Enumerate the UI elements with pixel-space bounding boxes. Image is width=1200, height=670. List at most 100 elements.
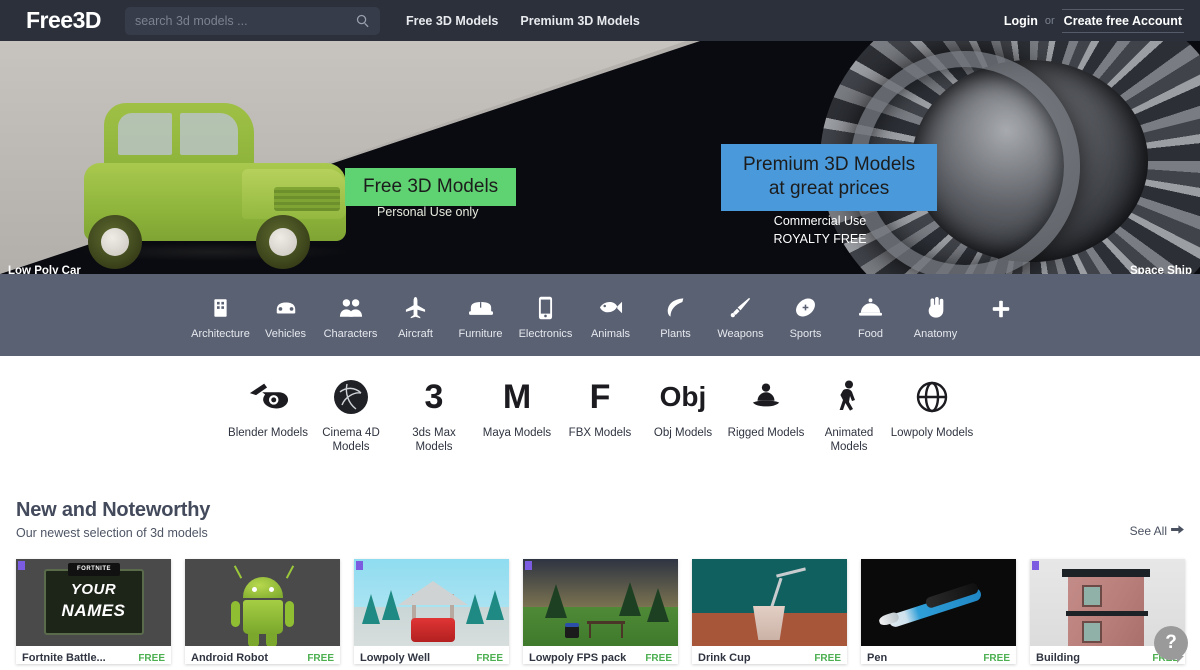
hero-premium-subtitle: Commercial Use ROYALTY FREE (735, 212, 905, 248)
create-account-button[interactable]: Create free Account (1061, 8, 1184, 33)
search-input[interactable] (134, 13, 355, 28)
card-price: FREE (138, 653, 165, 664)
format-animated[interactable]: Animated Models (808, 374, 891, 455)
category-anatomy[interactable]: Anatomy (903, 295, 968, 340)
header-nav: Free 3D Models Premium 3D Models (406, 14, 640, 28)
fortnite-line1-text: YOUR (70, 581, 117, 598)
card-price: FREE (983, 653, 1010, 664)
card-title: Drink Cup (698, 652, 751, 664)
fish-icon (598, 295, 623, 321)
car-icon (274, 295, 298, 321)
hero-premium-badge[interactable]: Premium 3D Models at great prices (721, 144, 938, 211)
category-sports[interactable]: Sports (773, 295, 838, 340)
hero-right-fade (580, 41, 700, 274)
card-price: FREE (476, 653, 503, 664)
model-card[interactable]: Pen FREE (861, 559, 1016, 664)
new-and-noteworthy-section: New and Noteworthy Our newest selection … (0, 483, 1200, 540)
category-label: Anatomy (913, 327, 958, 340)
fbx-logo-icon: F (589, 377, 611, 416)
card-price: FREE (645, 653, 672, 664)
leaf-icon (665, 295, 687, 321)
drink-cup-art (692, 559, 847, 646)
nav-premium-3d-models[interactable]: Premium 3D Models (520, 14, 639, 28)
format-fbx[interactable]: F FBX Models (559, 374, 642, 440)
see-all-label: See All (1129, 524, 1167, 538)
new-flag-badge (1032, 561, 1039, 570)
card-thumbnail[interactable] (523, 559, 678, 646)
category-label: Vehicles (265, 327, 306, 340)
building-icon (210, 295, 231, 321)
category-furniture[interactable]: Furniture (448, 295, 513, 340)
card-price: FREE (814, 653, 841, 664)
category-aircraft[interactable]: Aircraft (383, 295, 448, 340)
format-3dsmax[interactable]: 3 3ds Max Models (393, 374, 476, 455)
category-label: Plants (660, 327, 691, 340)
plus-icon[interactable] (990, 298, 1012, 336)
category-nav-bar: Architecture Vehicles Characters Aircraf… (0, 274, 1200, 356)
card-title: Lowpoly FPS pack (529, 652, 627, 664)
format-label: FBX Models (568, 427, 632, 439)
new-flag-badge (525, 561, 532, 570)
category-label: Sports (789, 327, 822, 340)
category-plants[interactable]: Plants (643, 295, 708, 340)
category-weapons[interactable]: Weapons (708, 295, 773, 340)
3dsmax-logo-icon: 3 (424, 377, 444, 416)
cinema4d-logo-icon (333, 374, 369, 420)
card-thumbnail[interactable] (692, 559, 847, 646)
or-separator: or (1044, 14, 1055, 27)
nav-free-3d-models[interactable]: Free 3D Models (406, 14, 498, 28)
card-title: Building (1036, 652, 1080, 664)
card-title: Fortnite Battle... (22, 652, 106, 664)
card-thumbnail[interactable]: FORTNITE YOUR NAMES (16, 559, 171, 646)
model-card[interactable]: FORTNITE YOUR NAMES Fortnite Battle... F… (16, 559, 171, 664)
section-header: New and Noteworthy Our newest selection … (16, 483, 1184, 540)
category-characters[interactable]: Characters (318, 295, 383, 340)
search-box[interactable] (124, 6, 380, 35)
card-thumbnail[interactable] (354, 559, 509, 646)
category-label: Architecture (191, 327, 250, 340)
category-label: Characters (323, 327, 378, 340)
rigged-icon (750, 374, 782, 420)
category-label: Aircraft (398, 327, 433, 340)
category-food[interactable]: Food (838, 295, 903, 340)
model-card[interactable]: Drink Cup FREE (692, 559, 847, 664)
search-icon[interactable] (355, 13, 370, 28)
card-meta: Android Robot FREE (185, 646, 340, 664)
format-maya[interactable]: M Maya Models (476, 374, 559, 440)
model-card[interactable]: Android Robot FREE (185, 559, 340, 664)
format-label: Rigged Models (727, 427, 805, 439)
category-label: Food (857, 327, 884, 340)
people-icon (339, 295, 363, 321)
format-label: Cinema 4D Models (322, 427, 380, 454)
format-rigged[interactable]: Rigged Models (725, 374, 808, 440)
category-animals[interactable]: Animals (578, 295, 643, 340)
hero-right-credit-title: Space Ship (1130, 265, 1192, 274)
format-blender[interactable]: Blender Models (227, 374, 310, 440)
format-obj[interactable]: Obj Obj Models (642, 374, 725, 440)
android-robot-art (185, 559, 340, 646)
site-logo[interactable]: Free3D (26, 7, 101, 34)
format-cinema4d[interactable]: Cinema 4D Models (310, 374, 393, 455)
category-electronics[interactable]: Electronics (513, 295, 578, 340)
header-account-area: Login or Create free Account (1004, 8, 1184, 33)
sofa-icon (468, 295, 493, 321)
login-link[interactable]: Login (1004, 14, 1038, 28)
card-title: Pen (867, 652, 888, 664)
help-bubble-icon[interactable]: ? (1154, 626, 1188, 663)
format-lowpoly[interactable]: Lowpoly Models (891, 374, 974, 440)
model-card[interactable]: Lowpoly FPS pack FREE (523, 559, 678, 664)
hero-free-badge[interactable]: Free 3D Models (345, 168, 517, 206)
football-icon (794, 295, 817, 321)
hero-free-subtitle: Personal Use only (377, 205, 479, 219)
card-thumbnail[interactable] (185, 559, 340, 646)
card-thumbnail[interactable] (861, 559, 1016, 646)
category-label: Furniture (458, 327, 503, 340)
model-card[interactable]: Lowpoly Well FREE (354, 559, 509, 664)
obj-logo-icon: Obj (659, 381, 707, 412)
category-vehicles[interactable]: Vehicles (253, 295, 318, 340)
category-architecture[interactable]: Architecture (188, 295, 253, 340)
low-poly-car-art (62, 83, 362, 273)
format-label: Lowpoly Models (890, 427, 974, 439)
see-all-link[interactable]: See All (1130, 524, 1184, 540)
lowpoly-fps-pack-art (523, 559, 678, 646)
